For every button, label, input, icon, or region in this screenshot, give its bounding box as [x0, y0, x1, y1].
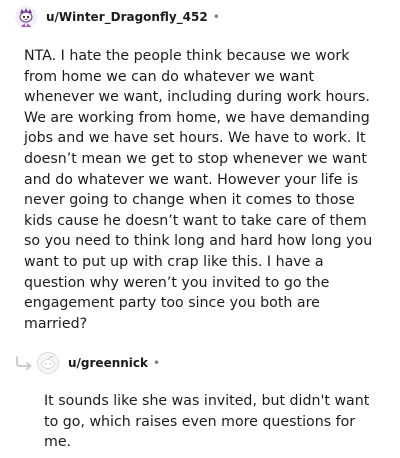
snoo-avatar-purple-icon[interactable]: [15, 6, 37, 28]
comment-header: u/Winter_Dragonfly_452 •: [15, 5, 220, 29]
comment-body: NTA. I hate the people think because we …: [24, 48, 373, 332]
comment-author[interactable]: u/Winter_Dragonfly_452: [46, 10, 208, 24]
default-avatar-icon[interactable]: [37, 352, 59, 374]
comment-body: It sounds like she was invited, but didn…: [44, 393, 370, 451]
comment-thread: u/Winter_Dragonfly_452 • NTA. I hate the…: [0, 0, 400, 458]
meta-separator: •: [212, 10, 220, 24]
comment-author[interactable]: u/greennick: [68, 356, 148, 370]
comment-header: u/greennick •: [15, 351, 160, 375]
meta-separator: •: [153, 356, 161, 370]
